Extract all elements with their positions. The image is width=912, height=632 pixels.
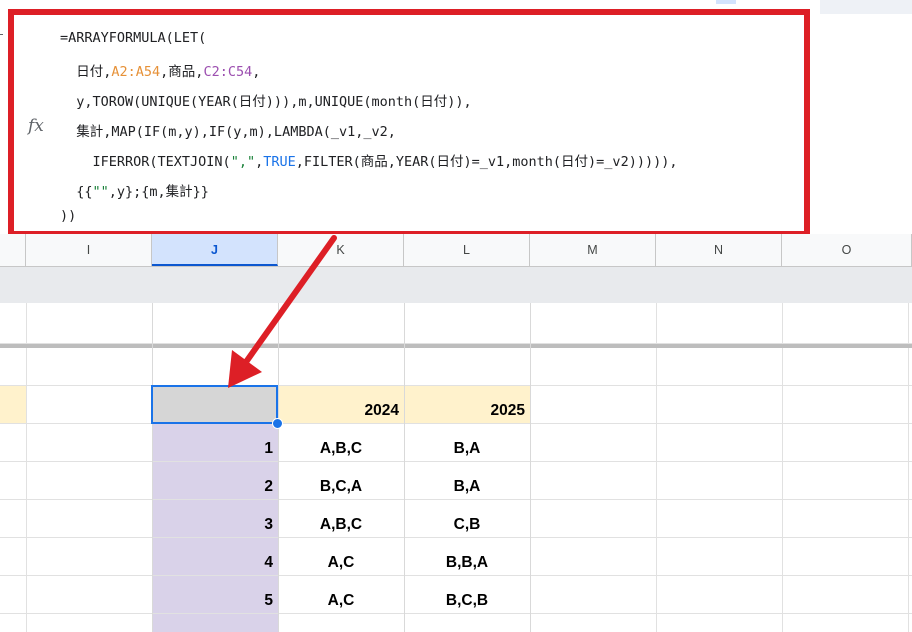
spreadsheet-window: fx =ARRAYFORMULA(LET( 日付,A2:A54,商品,C2:C5… [0, 0, 912, 632]
annotation-arrow [228, 235, 337, 388]
